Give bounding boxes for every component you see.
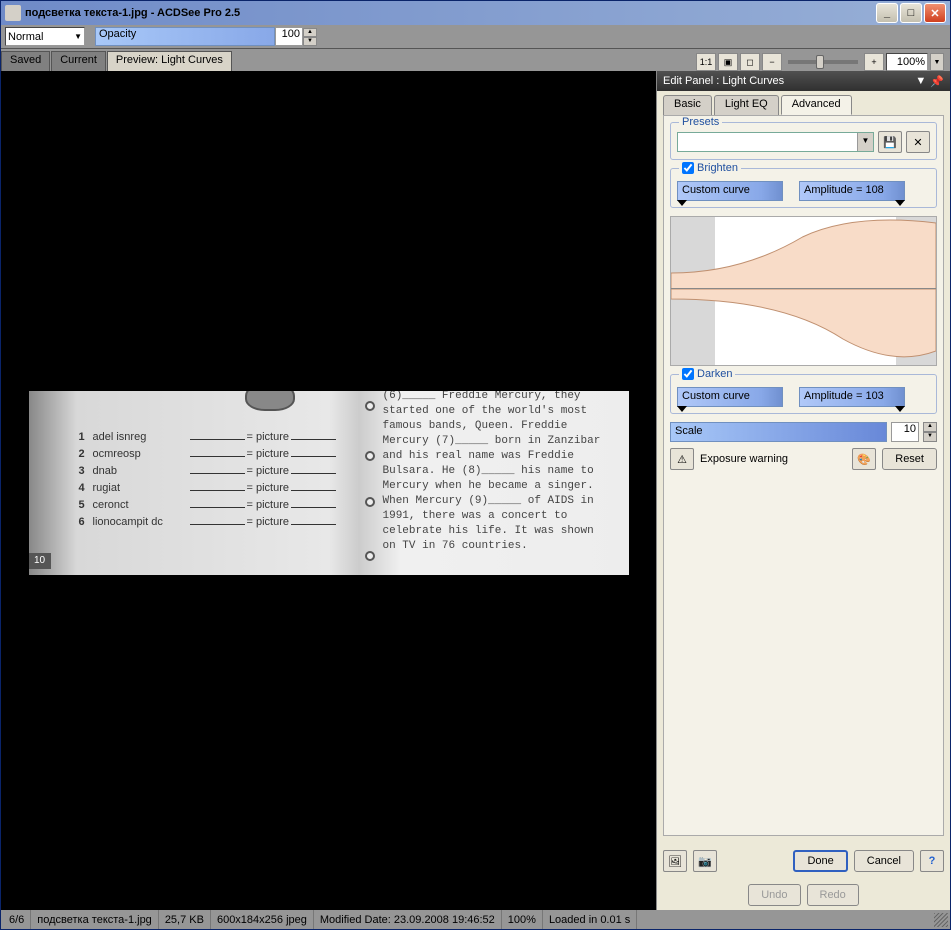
brighten-label: Brighten [697,162,738,174]
preset-dropdown[interactable]: ▼ [677,132,874,152]
cancel-button[interactable]: Cancel [854,850,914,872]
opacity-down[interactable]: ▼ [303,37,317,46]
opacity-value[interactable]: 100 [275,27,303,46]
app-icon [5,5,21,21]
page-number: 10 [29,553,51,569]
darken-curve-graph [671,289,936,366]
brighten-amplitude[interactable]: Amplitude = 108 [799,181,905,201]
edit-panel: Edit Panel : Light Curves ▼ 📌 Basic Ligh… [656,71,950,910]
minimize-button[interactable]: _ [876,3,898,23]
main-area: 1adel isnreg= picture 2ocmreosp= picture… [1,71,950,910]
panel-tabs: Basic Light EQ Advanced [657,91,950,115]
tab-preview[interactable]: Preview: Light Curves [107,51,232,71]
save-preset-button[interactable]: 💾 [878,131,902,153]
status-loadtime: Loaded in 0.01 s [543,910,637,929]
status-filesize: 25,7 KB [159,910,211,929]
darken-checkbox[interactable] [682,368,694,380]
opacity-up[interactable]: ▲ [303,28,317,37]
fit-width-button[interactable]: ◻ [740,53,760,71]
chevron-down-icon: ▼ [74,32,82,41]
snapshot-button[interactable]: 📷 [693,850,717,872]
zoom-thumb[interactable] [816,55,824,69]
undo-button[interactable]: Undo [748,884,800,906]
guitar-graphic [245,391,295,411]
brighten-group: Brighten Custom curve Amplitude = 108 [670,168,937,208]
scale-up[interactable]: ▲ [923,422,937,432]
tab-saved[interactable]: Saved [1,51,50,71]
status-modified: Modified Date: 23.09.2008 19:46:52 [314,910,502,929]
close-button[interactable]: ✕ [924,3,946,23]
panel-titlebar: Edit Panel : Light Curves ▼ 📌 [657,71,950,91]
exercise-right: (6)_____ Freddie Mercury, they started o… [383,391,613,554]
darken-curve[interactable]: Custom curve [677,387,783,407]
zoom-in-button[interactable]: + [864,53,884,71]
save-as-button[interactable]: 🖼 [663,850,687,872]
panel-menu-icon[interactable]: ▼ [915,75,926,88]
darken-amplitude[interactable]: Amplitude = 103 [799,387,905,407]
scale-down[interactable]: ▼ [923,432,937,442]
color-picker-button[interactable]: 🎨 [852,448,876,470]
brighten-checkbox[interactable] [682,162,694,174]
exposure-row: ⚠ Exposure warning 🎨 Reset [670,448,937,470]
presets-group: Presets ▼ 💾 ✕ [670,122,937,160]
panel-content: Presets ▼ 💾 ✕ Brighten [663,115,944,836]
preview-tabs: Saved Current Preview: Light Curves 1:1 … [1,49,950,71]
fit-image-button[interactable]: ▣ [718,53,738,71]
document-image: 1adel isnreg= picture 2ocmreosp= picture… [29,391,629,575]
help-button[interactable]: ? [920,850,944,872]
exposure-warning-icon[interactable]: ⚠ [670,448,694,470]
brighten-curve[interactable]: Custom curve [677,181,783,201]
tab-lighteq[interactable]: Light EQ [714,95,779,115]
zoom-out-button[interactable]: − [762,53,782,71]
image-viewer[interactable]: 1adel isnreg= picture 2ocmreosp= picture… [1,71,656,910]
scale-slider[interactable]: Scale [670,422,887,442]
top-toolbar: Normal ▼ Opacity 100 ▲ ▼ [1,25,950,49]
scale-label: Scale [675,425,703,437]
status-filename: подсветка текста-1.jpg [31,910,159,929]
window-title: подсветка текста-1.jpg - ACDSee Pro 2.5 [25,7,240,19]
binder-ring [365,551,375,561]
zoom-value: 100% [886,53,928,71]
undo-row: Undo Redo [657,880,950,910]
status-zoom: 100% [502,910,543,929]
maximize-button[interactable]: □ [900,3,922,23]
tab-basic[interactable]: Basic [663,95,712,115]
actual-size-button[interactable]: 1:1 [696,53,716,71]
app-window: подсветка текста-1.jpg - ACDSee Pro 2.5 … [0,0,951,930]
exercise-left: 1adel isnreg= picture 2ocmreosp= picture… [79,429,337,531]
darken-label: Darken [697,368,732,380]
scale-value[interactable]: 10 [891,422,919,442]
tab-advanced[interactable]: Advanced [781,95,852,115]
done-button[interactable]: Done [793,850,847,872]
panel-title-text: Edit Panel : Light Curves [663,75,784,87]
exposure-warning-label: Exposure warning [700,453,846,465]
opacity-slider[interactable]: Opacity [95,27,275,46]
resize-grip[interactable] [934,913,948,927]
status-dimensions: 600x184x256 jpeg [211,910,314,929]
blend-mode-dropdown[interactable]: Normal ▼ [5,27,85,46]
scale-control: Scale 10 ▲ ▼ [670,422,937,442]
binder-ring [365,401,375,411]
titlebar: подсветка текста-1.jpg - ACDSee Pro 2.5 … [1,1,950,25]
darken-group: Darken Custom curve Amplitude = 103 [670,374,937,414]
presets-label: Presets [679,116,722,128]
tab-current[interactable]: Current [51,51,106,71]
redo-button[interactable]: Redo [807,884,859,906]
histogram-display[interactable] [670,216,937,366]
binder-ring [365,451,375,461]
status-bar: 6/6 подсветка текста-1.jpg 25,7 KB 600x1… [1,910,950,929]
zoom-dropdown[interactable]: ▼ [930,53,944,71]
status-index: 6/6 [3,910,31,929]
done-row: 🖼 📷 Done Cancel ? [657,842,950,880]
opacity-control: Opacity 100 ▲ ▼ [95,27,317,46]
reset-button[interactable]: Reset [882,448,937,470]
blend-mode-value: Normal [8,31,43,43]
chevron-down-icon: ▼ [857,133,873,151]
zoom-slider[interactable] [788,60,858,64]
delete-preset-button[interactable]: ✕ [906,131,930,153]
opacity-label: Opacity [99,28,136,40]
brighten-curve-graph [671,217,936,289]
panel-pin-icon[interactable]: 📌 [930,75,944,88]
binder-ring [365,497,375,507]
